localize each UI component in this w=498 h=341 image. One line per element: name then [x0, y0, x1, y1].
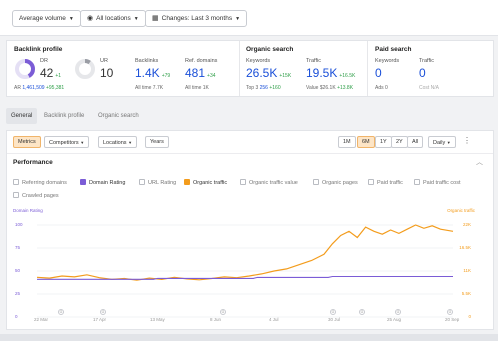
- traffic-value-label: Value: [306, 85, 319, 91]
- organic-search-title: Organic search: [246, 46, 294, 53]
- x-tick: 13 May: [150, 317, 165, 322]
- volume-dropdown[interactable]: Average volume ▼: [12, 10, 81, 27]
- traffic-value-delta: +13.8K: [337, 85, 354, 91]
- x-tick: 4 Jul: [269, 317, 279, 322]
- refdomains-all-time: All time 1K: [185, 85, 209, 91]
- top3-label: Top 3: [246, 85, 259, 91]
- organic-keywords-number: 26.5K: [246, 66, 278, 80]
- ar-label: AR: [14, 85, 21, 91]
- locations-dropdown-label: All locations: [96, 15, 131, 22]
- overview-card: Backlink profile DR 42 +1 UR 10 AR 1,461,…: [6, 40, 494, 97]
- globe-icon: ◉: [87, 15, 94, 22]
- refdomains-delta: +34: [207, 73, 216, 79]
- ur-label: UR: [100, 58, 108, 64]
- google-update-marker[interactable]: G: [330, 309, 336, 315]
- top3-row: Top 3 256 +160: [246, 85, 281, 91]
- tab-organic-search[interactable]: Organic search: [93, 108, 144, 124]
- google-update-marker[interactable]: G: [220, 309, 226, 315]
- paid-traffic-label: Traffic: [419, 58, 434, 64]
- google-update-marker[interactable]: G: [100, 309, 106, 315]
- traffic-value-amount: $26.1K: [319, 85, 336, 91]
- google-update-marker[interactable]: G: [58, 309, 64, 315]
- dr-value: 42 +1: [40, 66, 61, 80]
- backlink-profile-section: Backlink profile DR 42 +1 UR 10 AR 1,461,…: [7, 41, 239, 96]
- paid-keywords-label: Keywords: [375, 58, 400, 64]
- organic-traffic-label: Traffic: [306, 58, 321, 64]
- organic-keywords-value[interactable]: 26.5K +15K: [246, 66, 291, 80]
- paid-search-section: Paid search Keywords 0 Ads 0 Traffic 0 C…: [367, 41, 493, 96]
- backlinks-value[interactable]: 1.4K +79: [135, 66, 170, 80]
- performance-chart[interactable]: [7, 131, 493, 329]
- refdomains-label: Ref. domains: [185, 58, 218, 64]
- ar-row: AR 1,461,509 +95,381: [14, 85, 64, 91]
- dr-delta: +1: [55, 73, 62, 79]
- tab-backlink-profile[interactable]: Backlink profile: [39, 108, 89, 124]
- backlinks-delta: +79: [161, 73, 171, 79]
- google-update-marker[interactable]: G: [359, 309, 365, 315]
- top3-delta: +160: [269, 85, 281, 91]
- chevron-down-icon: ▼: [133, 16, 139, 22]
- top3-value: 256: [259, 85, 268, 91]
- chevron-down-icon: ▼: [68, 16, 74, 22]
- paid-search-title: Paid search: [375, 46, 412, 53]
- dr-number: 42: [40, 66, 54, 80]
- ur-donut-icon: [75, 59, 95, 79]
- paid-cost-label: Cost N/A: [419, 85, 440, 91]
- paid-traffic-value[interactable]: 0: [419, 66, 426, 80]
- bottom-scroll-area: [0, 334, 498, 341]
- backlinks-all-time: All time 7.7K: [135, 85, 164, 91]
- paid-ads-label: Ads 0: [375, 85, 388, 91]
- volume-dropdown-label: Average volume: [19, 15, 66, 22]
- x-tick: 25 Aug: [387, 317, 402, 322]
- chevron-down-icon: ▼: [235, 16, 241, 22]
- paid-keywords-value[interactable]: 0: [375, 66, 382, 80]
- google-update-marker[interactable]: G: [395, 309, 401, 315]
- organic-traffic-line: [36, 224, 454, 281]
- tab-general[interactable]: General: [6, 108, 38, 124]
- organic-traffic-value[interactable]: 19.5K +16.5K: [306, 66, 355, 80]
- x-tick: 8 Jun: [210, 317, 222, 322]
- organic-keywords-label: Keywords: [246, 58, 271, 64]
- organic-search-section: Organic search Keywords 26.5K +15K Top 3 …: [239, 41, 367, 96]
- refdomains-number: 481: [185, 66, 206, 80]
- filter-bar: Average volume ▼ ◉ All locations ▼ ▦ Changes…: [0, 0, 498, 36]
- backlink-profile-title: Backlink profile: [14, 46, 63, 53]
- refdomains-value[interactable]: 481 +34: [185, 66, 216, 80]
- ar-delta: +95,381: [45, 85, 65, 91]
- changes-dropdown[interactable]: ▦ Changes: Last 3 months ▼: [145, 10, 248, 27]
- dr-label: DR: [40, 58, 48, 64]
- performance-panel: Metrics Competitors ▼ Locations ▼ Years …: [6, 130, 494, 330]
- x-tick: 17 Apr: [93, 317, 107, 322]
- x-tick: 22 Mar: [34, 317, 49, 322]
- backlinks-number: 1.4K: [135, 66, 160, 80]
- changes-dropdown-label: Changes: Last 3 months: [161, 15, 233, 22]
- dr-donut-icon: [15, 59, 35, 79]
- backlinks-label: Backlinks: [135, 58, 159, 64]
- organic-traffic-delta: +16.5K: [339, 73, 356, 79]
- organic-keywords-delta: +15K: [279, 73, 292, 79]
- organic-traffic-number: 19.5K: [306, 66, 338, 80]
- locations-dropdown[interactable]: ◉ All locations ▼: [80, 10, 146, 27]
- x-tick: 30 Jul: [328, 317, 341, 322]
- calendar-icon: ▦: [152, 15, 159, 22]
- google-update-marker[interactable]: G: [447, 309, 453, 315]
- x-tick: 20 Sep: [445, 317, 460, 322]
- ur-value: 10: [100, 66, 114, 80]
- traffic-value-row: Value $26.1K +13.8K: [306, 85, 353, 91]
- ar-value: 1,461,509: [22, 85, 45, 91]
